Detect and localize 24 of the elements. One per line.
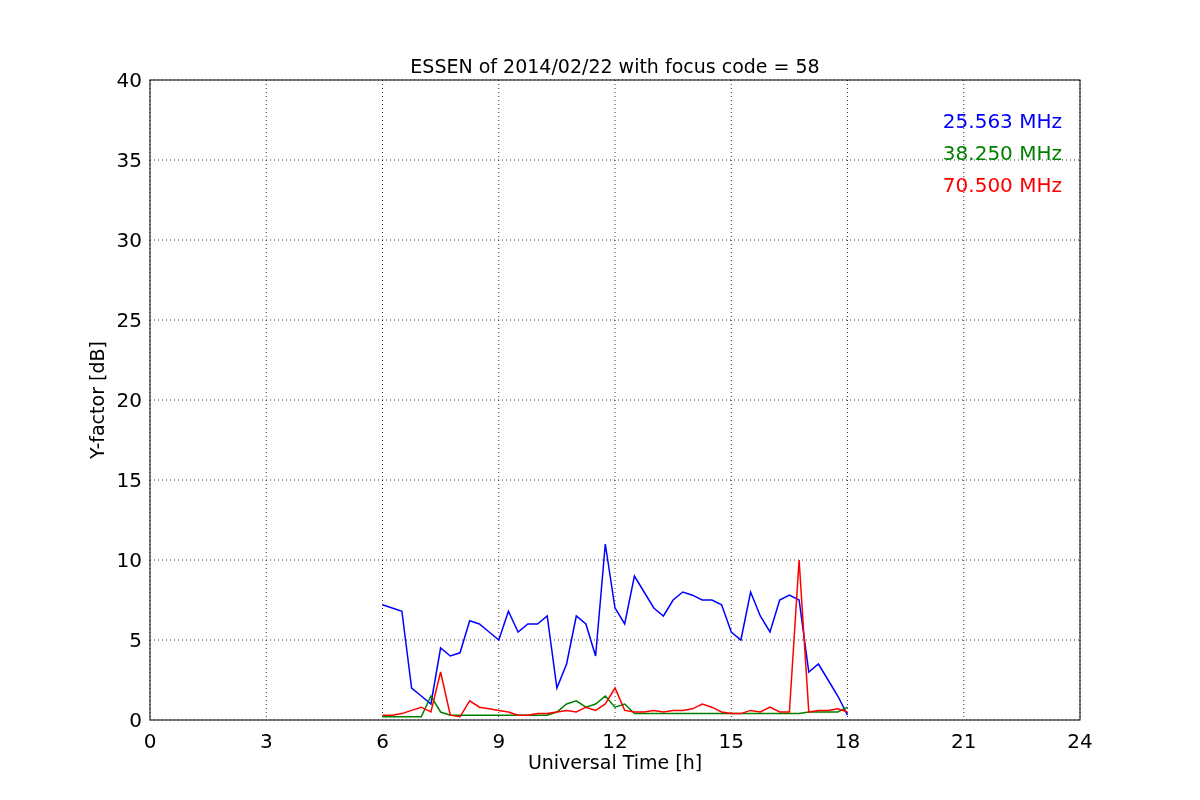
legend-label: 38.250 MHz <box>942 141 1062 165</box>
y-tick-label: 0 <box>129 708 142 732</box>
x-tick-label: 21 <box>951 729 977 753</box>
y-axis-label: Y-factor [dB] <box>86 341 108 459</box>
y-tick-label: 5 <box>129 628 142 652</box>
y-tick-label: 30 <box>116 228 142 252</box>
y-tick-label: 40 <box>116 68 142 92</box>
y-tick-label: 25 <box>116 308 142 332</box>
x-tick-label: 0 <box>143 729 157 753</box>
x-tick-label: 9 <box>492 729 506 753</box>
legend-label: 25.563 MHz <box>942 109 1062 133</box>
x-tick-label: 6 <box>376 729 389 753</box>
legend-label: 70.500 MHz <box>942 173 1062 197</box>
y-tick-label: 10 <box>116 548 142 572</box>
x-tick-label: 24 <box>1067 729 1093 753</box>
x-tick-label: 15 <box>718 729 744 753</box>
y-tick-label: 35 <box>116 148 142 172</box>
x-axis-label: Universal Time [h] <box>527 751 703 773</box>
x-tick-label: 3 <box>259 729 273 753</box>
y-tick-label: 15 <box>116 468 142 492</box>
x-tick-label: 18 <box>834 729 861 753</box>
x-tick-label: 12 <box>602 729 628 753</box>
chart-title: ESSEN of 2014/02/22 with focus code = 58 <box>410 55 820 77</box>
y-tick-label: 20 <box>116 388 142 412</box>
